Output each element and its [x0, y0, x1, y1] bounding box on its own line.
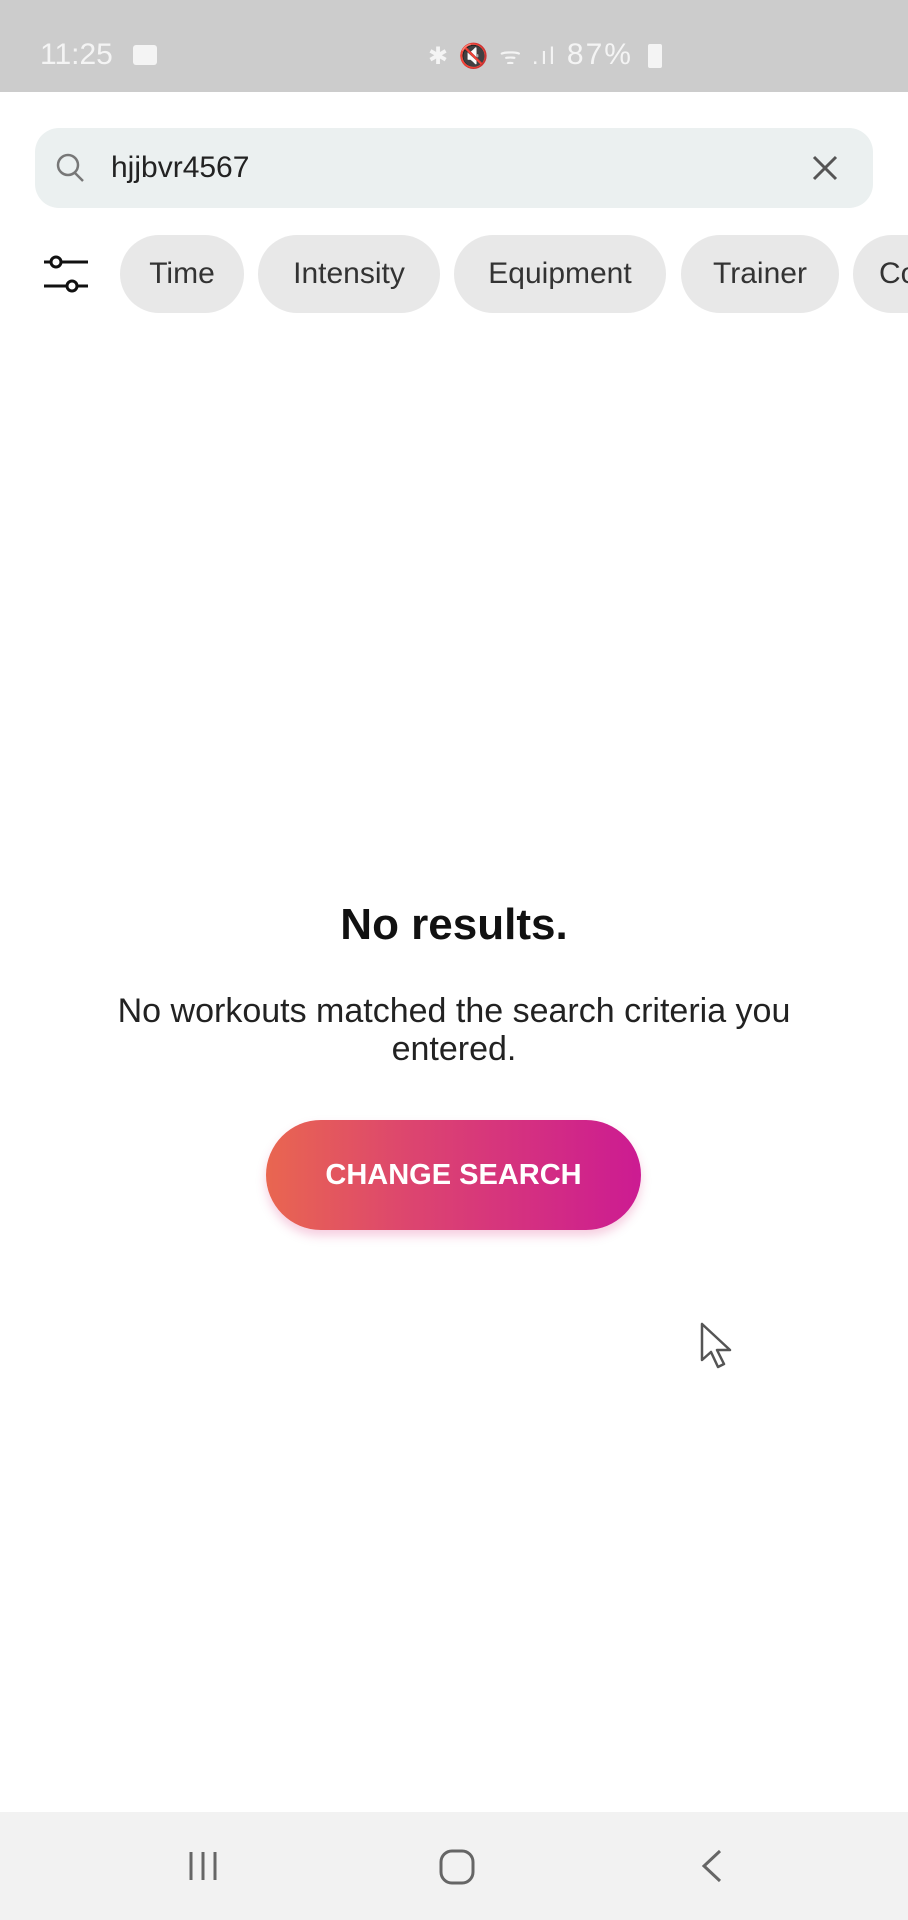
filter-chip-time[interactable]: Time: [120, 235, 244, 313]
recent-apps-icon[interactable]: [185, 1848, 221, 1884]
mouse-cursor-icon: [700, 1322, 732, 1369]
sliders-icon[interactable]: [42, 254, 90, 296]
filter-chip-intensity[interactable]: Intensity: [258, 235, 440, 313]
back-icon[interactable]: [698, 1848, 726, 1884]
empty-state-message: No workouts matched the search criteria …: [117, 992, 791, 1068]
battery-percent: 87%: [566, 38, 633, 71]
filter-chip-trainer[interactable]: Trainer: [681, 235, 839, 313]
close-icon[interactable]: [811, 154, 839, 182]
status-icons: ✱ 🔇 ᯤ .ıl 87%: [428, 38, 633, 71]
search-input[interactable]: [111, 146, 791, 190]
search-icon: [56, 153, 84, 182]
change-search-button[interactable]: CHANGE SEARCH: [266, 1120, 641, 1230]
filter-chip-equipment[interactable]: Equipment: [454, 235, 666, 313]
filter-chip-more[interactable]: Co: [853, 235, 908, 313]
screen-record-icon: [133, 45, 157, 65]
search-bar[interactable]: [35, 128, 873, 208]
empty-state-title: No results.: [340, 900, 568, 949]
status-time: 11:25: [40, 38, 113, 71]
battery-icon: [648, 44, 662, 68]
status-bar: 11:25 ✱ 🔇 ᯤ .ıl 87%: [0, 0, 908, 92]
system-nav-bar: [0, 1812, 908, 1920]
home-icon[interactable]: [438, 1848, 476, 1886]
